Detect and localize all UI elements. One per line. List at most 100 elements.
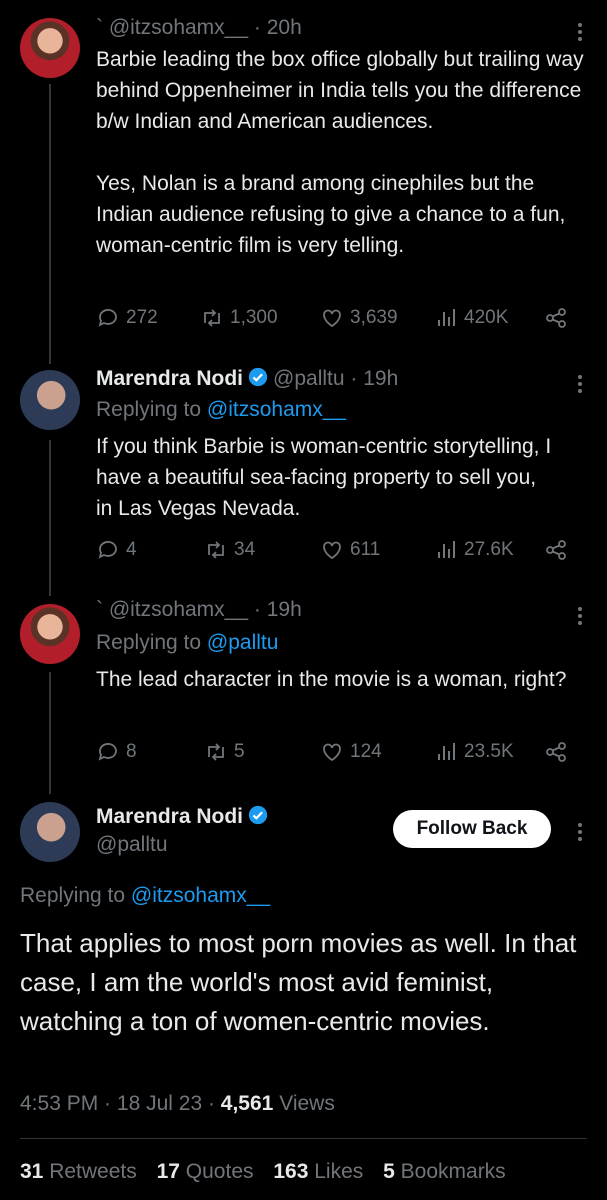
main-tweet-text: That applies to most porn movies as well…: [20, 928, 577, 1036]
tweet-actions: 272 1,300 3,639 420K: [96, 306, 576, 336]
main-tweet-header: Marendra Nodi @palltu: [96, 804, 273, 857]
retweet-count: 34: [234, 539, 256, 560]
views-count: 23.5K: [464, 741, 514, 762]
replying-label: Replying to: [20, 884, 126, 907]
replying-label: Replying to: [96, 398, 202, 421]
tweet-header: ` @itzsohamx__ · 19h: [96, 598, 302, 622]
handle[interactable]: @palltu: [273, 367, 345, 390]
mention-link[interactable]: @itzsohamx__: [207, 398, 346, 421]
retweet-icon: [204, 309, 220, 327]
verified-badge-icon: [248, 367, 268, 387]
retweets-stat[interactable]: 31 Retweets: [20, 1160, 137, 1183]
bookmarks-stat[interactable]: 5 Bookmarks: [383, 1160, 506, 1183]
tweet-text: If you think Barbie is woman-centric sto…: [96, 435, 552, 520]
quotes-label: Quotes: [185, 1160, 254, 1183]
like-count: 611: [350, 539, 381, 560]
mention-link[interactable]: @palltu: [207, 631, 279, 654]
avatar[interactable]: [20, 802, 80, 862]
post-time[interactable]: 4:53 PM: [20, 1092, 98, 1115]
like-count: 3,639: [350, 307, 398, 328]
quotes-stat[interactable]: 17 Quotes: [157, 1160, 254, 1183]
timestamp[interactable]: · 19h: [350, 367, 398, 390]
replying-to: Replying to @itzsohamx__: [20, 884, 270, 908]
retweet-button[interactable]: 34: [204, 538, 255, 562]
thread-line: [49, 672, 51, 794]
more-icon[interactable]: [577, 820, 583, 844]
tweet-meta: 4:53 PM · 18 Jul 23 · 4,561 Views: [20, 1092, 335, 1115]
reply-count: 4: [126, 539, 137, 560]
retweet-icon: [208, 541, 224, 559]
likes-count: 163: [273, 1160, 309, 1183]
post-date[interactable]: 18 Jul 23: [117, 1092, 202, 1115]
retweet-button[interactable]: 5: [204, 740, 245, 764]
replying-label: Replying to: [96, 631, 202, 654]
reply-icon: [98, 309, 117, 327]
display-name[interactable]: Marendra Nodi: [96, 367, 243, 390]
retweet-count: 1,300: [230, 307, 278, 328]
avatar[interactable]: [20, 604, 80, 664]
reply-count: 8: [126, 741, 137, 762]
views-button[interactable]: 27.6K: [434, 538, 514, 562]
retweets-label: Retweets: [49, 1160, 137, 1183]
thread-line: [49, 440, 51, 596]
like-button[interactable]: 124: [320, 740, 382, 764]
views-icon: [438, 541, 455, 558]
tweet-header: ` @itzsohamx__ · 20h: [96, 16, 302, 40]
timestamp[interactable]: · 19h: [254, 598, 302, 621]
reply-icon: [98, 541, 117, 559]
more-icon[interactable]: [577, 604, 583, 628]
divider: [20, 1138, 587, 1139]
quotes-count: 17: [156, 1160, 180, 1183]
display-name[interactable]: Marendra Nodi: [96, 805, 243, 828]
views-button[interactable]: 420K: [434, 306, 508, 330]
follow-back-button[interactable]: Follow Back: [393, 810, 551, 848]
heart-icon: [323, 309, 341, 328]
reply-button[interactable]: 272: [96, 306, 158, 330]
views-button[interactable]: 23.5K: [434, 740, 514, 764]
mention-link[interactable]: @itzsohamx__: [131, 884, 270, 907]
views-count: 4,561: [220, 1092, 274, 1115]
reply-button[interactable]: 4: [96, 538, 137, 562]
replying-to: Replying to @palltu: [96, 631, 278, 655]
views-count: 27.6K: [464, 539, 514, 560]
like-button[interactable]: 611: [320, 538, 380, 562]
views-label: Views: [279, 1092, 335, 1115]
like-count: 124: [350, 741, 382, 762]
heart-icon: [323, 541, 341, 560]
views-icon: [438, 309, 455, 326]
tweet-actions: 4 34 611 27.6K: [96, 538, 576, 568]
heart-icon: [323, 743, 341, 762]
avatar[interactable]: [20, 18, 80, 78]
tweet-paragraph: Yes, Nolan is a brand among cinephiles b…: [96, 172, 566, 257]
handle[interactable]: @palltu: [96, 833, 273, 857]
retweet-button[interactable]: 1,300: [200, 306, 278, 330]
views-icon: [438, 743, 455, 760]
tweet-header: Marendra Nodi @palltu · 19h: [96, 366, 398, 391]
tweet-text: Barbie leading the box office globally b…: [96, 44, 596, 261]
like-button[interactable]: 3,639: [320, 306, 398, 330]
reply-count: 272: [126, 307, 158, 328]
likes-stat[interactable]: 163 Likes: [273, 1160, 363, 1183]
handle[interactable]: ` @itzsohamx__: [96, 16, 248, 39]
views-count: 420K: [464, 307, 509, 328]
tweet-paragraph: Barbie leading the box office globally b…: [96, 48, 584, 133]
bookmarks-count: 5: [383, 1160, 395, 1183]
tweet-text: The lead character in the movie is a wom…: [96, 668, 567, 691]
retweets-count: 31: [20, 1160, 44, 1183]
reply-icon: [98, 743, 117, 761]
timestamp[interactable]: · 20h: [254, 16, 302, 39]
more-icon[interactable]: [577, 372, 583, 396]
more-icon[interactable]: [577, 20, 583, 44]
retweet-icon: [208, 743, 224, 761]
share-button[interactable]: [544, 306, 568, 330]
share-button[interactable]: [544, 740, 568, 764]
bookmarks-label: Bookmarks: [400, 1160, 506, 1183]
handle[interactable]: ` @itzsohamx__: [96, 598, 248, 621]
tweet-actions: 8 5 124 23.5K: [96, 740, 576, 770]
engagement-stats: 31 Retweets 17 Quotes 163 Likes 5 Bookma…: [20, 1160, 506, 1184]
verified-badge-icon: [248, 805, 268, 825]
reply-button[interactable]: 8: [96, 740, 137, 764]
avatar[interactable]: [20, 370, 80, 430]
share-button[interactable]: [544, 538, 568, 562]
share-icon: [546, 742, 566, 762]
